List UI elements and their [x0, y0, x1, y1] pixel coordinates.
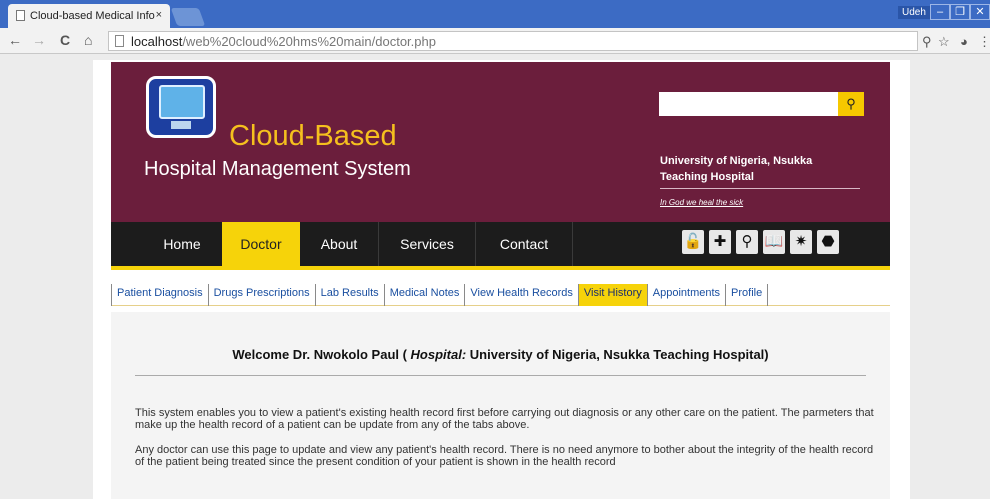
tab-visit-history[interactable]: Visit History [578, 284, 648, 306]
search-icon: ⚲ [846, 96, 856, 111]
hospital-logo [146, 76, 216, 138]
new-tab-button[interactable] [170, 8, 206, 26]
browser-titlebar: Cloud-based Medical Info × Udeh – ❐ ✕ [0, 0, 990, 28]
motto-link[interactable]: In God we heal the sick [660, 198, 743, 207]
medical-cross-icon[interactable]: ✚ [709, 230, 731, 254]
page-container: Cloud-Based Hospital Management System ⚲… [93, 60, 910, 499]
back-icon[interactable]: ← [8, 32, 22, 48]
url-host: localhost [131, 34, 183, 49]
unlock-icon[interactable]: 🔓 [682, 230, 704, 254]
extension-icon[interactable]: ◕ [960, 34, 968, 49]
tab-lab-results[interactable]: Lab Results [316, 284, 385, 306]
info-paragraph: Any doctor can use this page to update a… [135, 444, 874, 468]
address-bar: ← → C ⌂ localhost/web%20cloud%20hms%20ma… [0, 28, 990, 54]
main-menu: Home Doctor About Services Contact 🔓 ✚ ⚲… [111, 222, 890, 270]
page-icon [115, 35, 124, 47]
search-button[interactable]: ⚲ [838, 92, 864, 116]
bookmark-star-icon[interactable]: ☆ [938, 34, 950, 50]
menu-item-services[interactable]: Services [379, 222, 475, 266]
close-tab-icon[interactable]: × [156, 9, 162, 21]
reload-icon[interactable]: C [60, 32, 70, 48]
header-banner: Cloud-Based Hospital Management System ⚲… [111, 62, 890, 222]
divider [660, 188, 860, 189]
monitor-icon [159, 85, 205, 119]
hospital-name-line1: University of Nigeria, Nsukka [660, 155, 813, 167]
minimize-button[interactable]: – [930, 4, 950, 20]
menu-item-contact[interactable]: Contact [476, 222, 572, 266]
search-input[interactable]: ⚲ [659, 92, 864, 116]
maximize-button[interactable]: ❐ [950, 4, 970, 20]
tab-view-health-records[interactable]: View Health Records [465, 284, 579, 306]
tab-title: Cloud-based Medical Info [30, 10, 155, 22]
menu-item-about[interactable]: About [300, 222, 378, 266]
hospital-name-line2: Teaching Hospital [660, 171, 754, 183]
gear-icon[interactable]: ✷ [790, 230, 812, 254]
menu-item-doctor[interactable]: Doctor [222, 222, 300, 266]
menu-item-home[interactable]: Home [142, 222, 222, 266]
url-path: /web%20cloud%20hms%20main/doctor.php [182, 34, 436, 49]
doctor-tabs: Patient Diagnosis Drugs Prescriptions La… [111, 284, 890, 306]
menu-icon[interactable]: ⋮ [978, 34, 990, 50]
intro-paragraph: This system enables you to view a patien… [135, 407, 874, 431]
menu-icon-group: 🔓 ✚ ⚲ 📖 ✷ ⬣ [682, 230, 839, 256]
hospital-name: University of Nigeria, Nsukka Teaching H… [660, 153, 812, 185]
home-icon[interactable]: ⌂ [84, 32, 92, 48]
zoom-icon[interactable]: ⚲ [922, 34, 932, 50]
user-profile-button[interactable]: Udeh [898, 6, 930, 19]
browser-tab[interactable]: Cloud-based Medical Info × [8, 4, 170, 28]
tab-drugs-prescriptions[interactable]: Drugs Prescriptions [209, 284, 316, 306]
site-title: Cloud-Based [229, 120, 397, 152]
divider [135, 375, 866, 376]
window-controls: – ❐ ✕ [930, 4, 990, 20]
tab-profile[interactable]: Profile [726, 284, 769, 306]
tab-medical-notes[interactable]: Medical Notes [385, 284, 466, 306]
site-subtitle: Hospital Management System [144, 158, 411, 180]
main-content: Welcome Dr. Nwokolo Paul ( Hospital: Uni… [111, 312, 890, 499]
url-field[interactable]: localhost/web%20cloud%20hms%20main/docto… [108, 31, 918, 51]
hospital-label: Hospital: [410, 347, 467, 362]
close-window-button[interactable]: ✕ [970, 4, 990, 20]
welcome-heading: Welcome Dr. Nwokolo Paul ( Hospital: Uni… [232, 347, 769, 362]
tab-appointments[interactable]: Appointments [648, 284, 727, 306]
badge-icon[interactable]: ⬣ [817, 230, 839, 254]
forward-icon[interactable]: → [32, 32, 46, 48]
book-icon[interactable]: 📖 [763, 230, 785, 254]
page-icon [16, 10, 25, 21]
tab-patient-diagnosis[interactable]: Patient Diagnosis [111, 284, 209, 306]
search-icon[interactable]: ⚲ [736, 230, 758, 254]
